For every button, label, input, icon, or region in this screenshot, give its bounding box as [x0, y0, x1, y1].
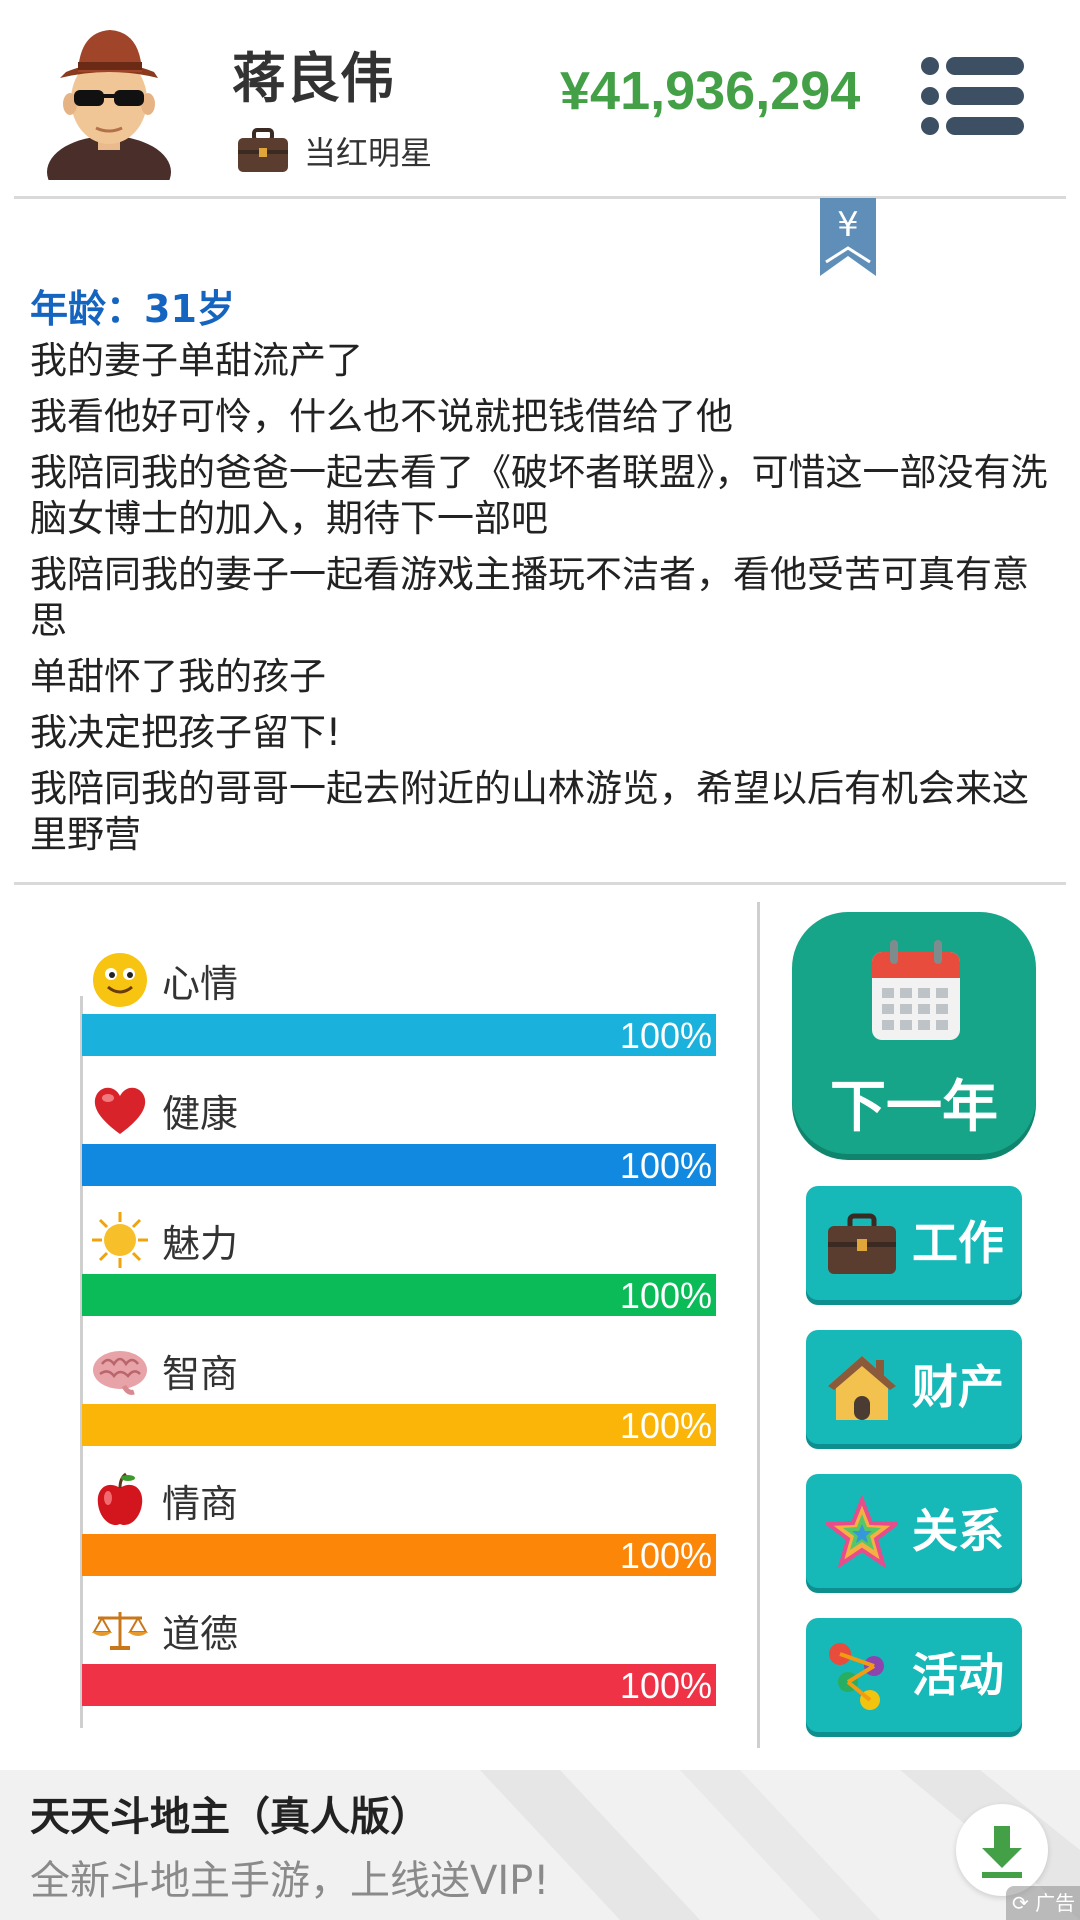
stat-value: 100% [619, 1015, 712, 1056]
stat-label: 智商 [162, 1351, 239, 1396]
star-icon [826, 1496, 898, 1568]
stat-header: 魅力 [82, 1206, 716, 1274]
header: 蒋良伟 当红明星 ¥41,936,294 [0, 0, 1080, 196]
svg-text:¥: ¥ [837, 205, 859, 245]
sun-icon [92, 1212, 148, 1268]
relations-label: 关系 [912, 1504, 1004, 1558]
yuan-bookmark-icon[interactable]: ¥ [820, 198, 876, 276]
work-label: 工作 [912, 1216, 1004, 1270]
log-divider [14, 882, 1066, 885]
stat-iq: 智商 100% [82, 1336, 716, 1466]
stat-label: 魅力 [162, 1221, 239, 1266]
ad-title: 天天斗地主（真人版） [30, 1794, 430, 1840]
stat-mood: 心情 100% [82, 946, 716, 1076]
stat-bar: 100% [82, 1274, 716, 1316]
stat-label: 情商 [162, 1481, 239, 1526]
stat-value: 100% [619, 1535, 712, 1576]
menu-icon[interactable] [920, 56, 1024, 136]
briefcase-icon [238, 128, 288, 172]
log-line: 单甜怀了我的孩子 [30, 655, 326, 698]
activities-label: 活动 [912, 1648, 1004, 1702]
stat-value: 100% [619, 1665, 712, 1706]
job-info: 当红明星 [236, 128, 432, 174]
stat-bar: 100% [82, 1014, 716, 1056]
money-display: ¥41,936,294 [560, 61, 861, 121]
ad-banner[interactable]: 天天斗地主（真人版） 全新斗地主手游，上线送VIP! [0, 1770, 1080, 1920]
activity-dots-icon [829, 1643, 884, 1710]
log-line: 我陪同我的哥哥一起去附近的山林游览，希望以后有机会来这里野营 [30, 767, 1029, 856]
work-button[interactable]: 工作 [806, 1186, 1022, 1300]
stat-value: 100% [619, 1275, 712, 1316]
panel-separator [757, 902, 760, 1748]
avatar[interactable] [44, 14, 174, 180]
relations-button[interactable]: 关系 [806, 1474, 1022, 1588]
stat-header: 道德 [82, 1596, 716, 1664]
house-icon [828, 1356, 896, 1420]
apple-icon [97, 1472, 143, 1526]
brain-icon [93, 1351, 147, 1395]
stat-morality: 道德 100% [82, 1596, 716, 1726]
stat-header: 心情 [82, 946, 716, 1014]
property-button[interactable]: 财产 [806, 1330, 1022, 1444]
job-title: 当红明星 [304, 134, 433, 172]
log-line: 我陪同我的妻子一起看游戏主播玩不洁者，看他受苦可真有意思 [30, 553, 1029, 642]
age-line: 年龄：31岁 [30, 287, 235, 331]
stats-panel: 心情 100% 健康 100% 魅力 100% 智商 100% 情商 100% … [82, 946, 716, 1726]
stat-value: 100% [619, 1145, 712, 1186]
stat-label: 健康 [162, 1091, 239, 1136]
stat-header: 情商 [82, 1466, 716, 1534]
stat-bar: 100% [82, 1144, 716, 1186]
stat-header: 健康 [82, 1076, 716, 1144]
ad-label: ⟳ 广告 [1006, 1886, 1080, 1920]
next-year-button[interactable]: 下一年 [792, 912, 1036, 1154]
briefcase-icon [828, 1213, 896, 1274]
heart-icon [94, 1087, 146, 1134]
stat-bar: 100% [82, 1404, 716, 1446]
ad-subtitle: 全新斗地主手游，上线送VIP! [30, 1858, 550, 1904]
stat-bar: 100% [82, 1664, 716, 1706]
stat-health: 健康 100% [82, 1076, 716, 1206]
smiley-icon [93, 953, 147, 1007]
stat-label: 心情 [162, 961, 239, 1006]
stat-label: 道德 [162, 1611, 239, 1656]
download-button[interactable] [956, 1804, 1048, 1896]
calendar-icon [872, 940, 960, 1040]
stat-value: 100% [619, 1405, 712, 1446]
player-name: 蒋良伟 [232, 47, 394, 110]
activities-button[interactable]: 活动 [806, 1618, 1022, 1732]
scales-icon [92, 1612, 148, 1650]
download-icon [982, 1826, 1022, 1878]
log-line: 我看他好可怜，什么也不说就把钱借给了他 [30, 395, 733, 438]
stat-eq: 情商 100% [82, 1466, 716, 1596]
stat-charm: 魅力 100% [82, 1206, 716, 1336]
stat-header: 智商 [82, 1336, 716, 1404]
next-year-label: 下一年 [830, 1075, 998, 1140]
stat-bar: 100% [82, 1534, 716, 1576]
header-divider [14, 196, 1066, 199]
property-label: 财产 [912, 1360, 1004, 1414]
log-line: 我决定把孩子留下! [30, 711, 341, 754]
life-log: 年龄：31岁 我的妻子单甜流产了 我看他好可怜，什么也不说就把钱借给了他 我陪同… [30, 284, 1050, 868]
log-line: 我陪同我的爸爸一起去看了《破坏者联盟》，可惜这一部没有洗脑女博士的加入，期待下一… [30, 451, 1048, 540]
log-line: 我的妻子单甜流产了 [30, 339, 363, 382]
